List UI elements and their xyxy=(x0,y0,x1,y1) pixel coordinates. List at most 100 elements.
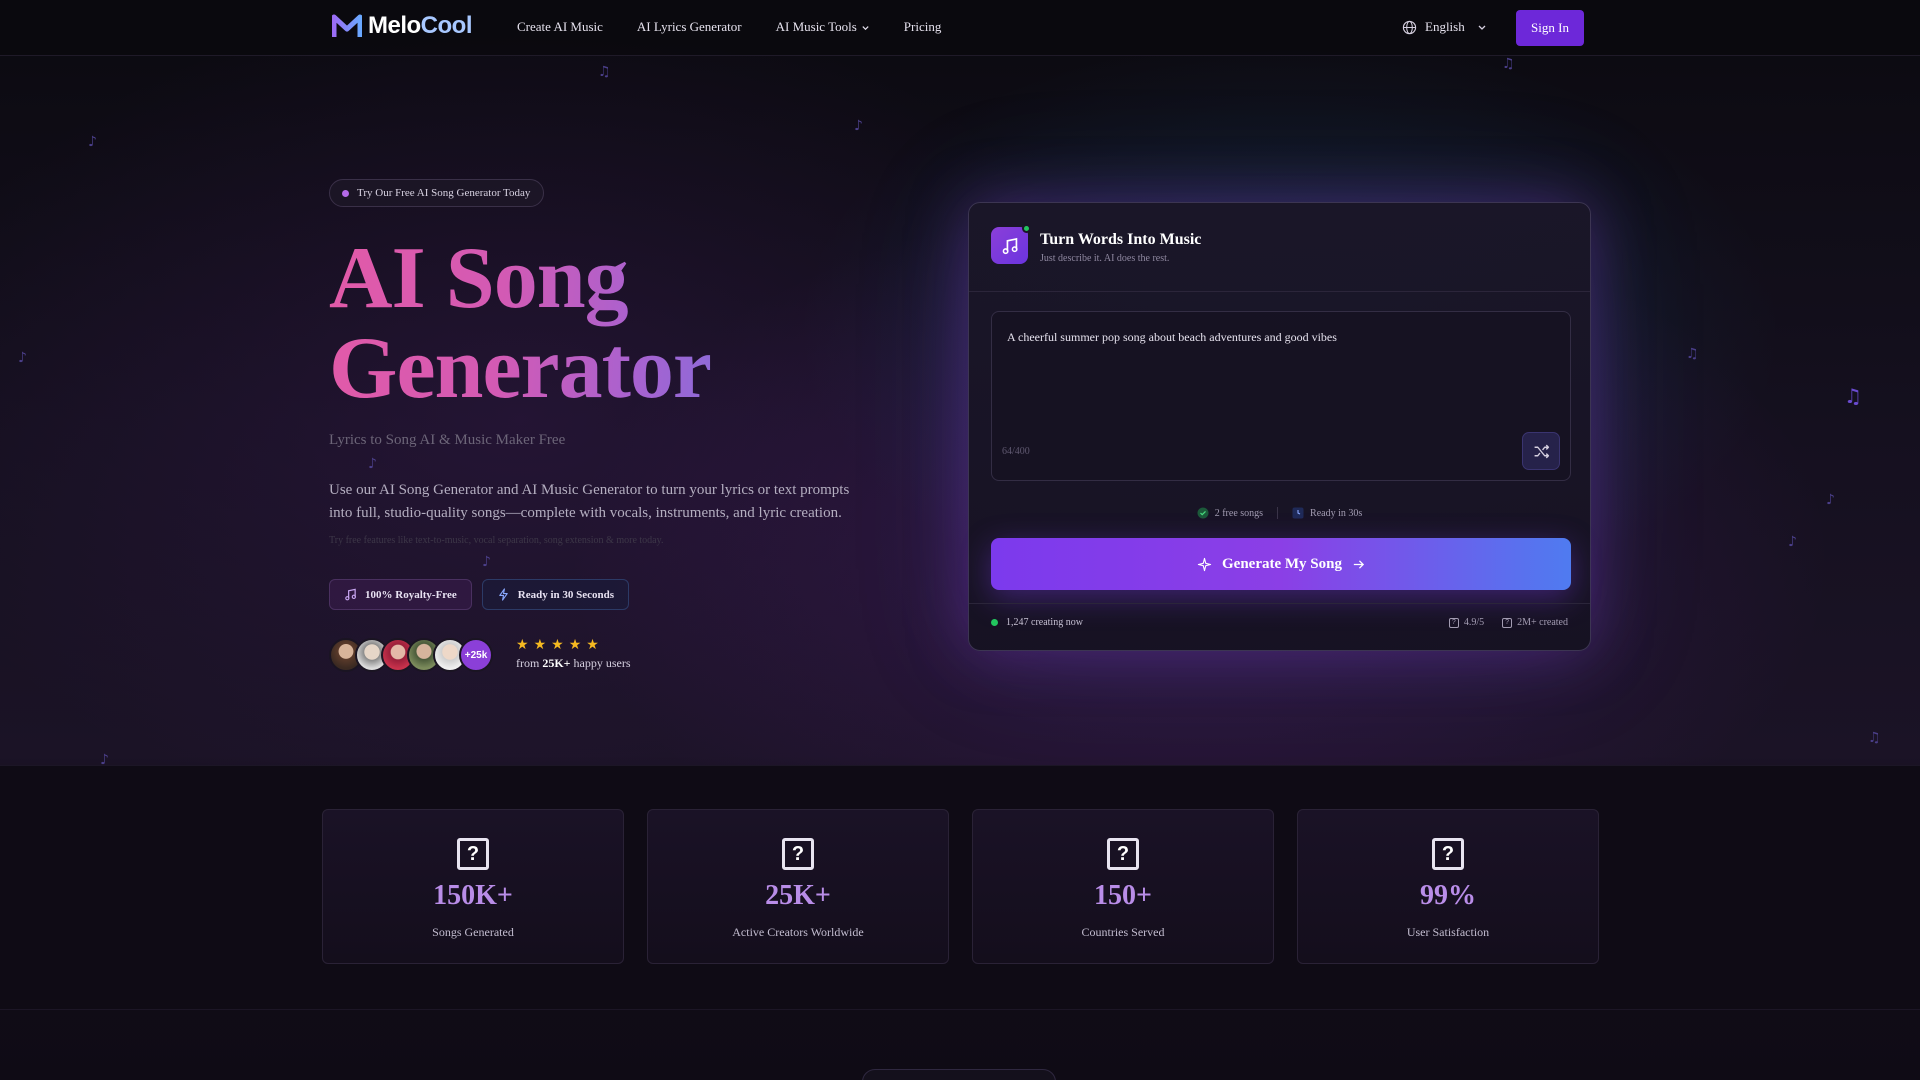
arrow-right-icon xyxy=(1353,559,1365,569)
rating-stars: ★ ★ ★ ★ ★ xyxy=(516,637,599,654)
rating-info: ? 4.9/5 xyxy=(1448,617,1485,628)
song-generator-card: Turn Words Into Music Just describe it. … xyxy=(968,202,1591,651)
music-note-icon: ♪ xyxy=(482,554,491,570)
ready-label: Ready in 30s xyxy=(1310,507,1363,519)
music-icon: ? xyxy=(1502,617,1513,628)
sign-in-button[interactable]: Sign In xyxy=(1516,10,1584,46)
music-note-icon: ♪ xyxy=(1826,492,1835,508)
stat-icon: ? xyxy=(1107,838,1139,870)
nav-ai-lyrics-generator[interactable]: AI Lyrics Generator xyxy=(637,19,742,35)
royalty-free-label: 100% Royalty-Free xyxy=(365,588,457,601)
happy-users-text: from 25K+ happy users xyxy=(516,656,631,670)
royalty-free-badge: 100% Royalty-Free xyxy=(329,579,472,610)
stat-card: ? 99% User Satisfaction xyxy=(1297,809,1599,964)
star-icon: ★ xyxy=(551,638,564,653)
logo[interactable]: MeloCool xyxy=(331,12,473,40)
star-icon: ★ xyxy=(586,638,599,653)
stat-label: User Satisfaction xyxy=(1406,925,1490,939)
nav-links: Create AI Music AI Lyrics Generator AI M… xyxy=(517,19,941,35)
music-note-icon: ♫ xyxy=(1502,56,1515,72)
language-label: English xyxy=(1425,19,1465,34)
prompt-textarea[interactable]: A cheerful summer pop song about beach a… xyxy=(991,311,1571,481)
free-songs-info: 2 free songs xyxy=(1197,507,1263,519)
card-title: Turn Words Into Music xyxy=(1040,231,1202,248)
music-note-icon: ♫ xyxy=(598,64,611,80)
stat-card: ? 25K+ Active Creators Worldwide xyxy=(647,809,949,964)
stat-value: 99% xyxy=(1420,880,1476,911)
stat-icon: ? xyxy=(782,838,814,870)
music-note-icon: ♪ xyxy=(18,350,27,366)
divider xyxy=(969,291,1590,292)
avatar-more-count: +25k xyxy=(459,638,493,672)
star-icon: ★ xyxy=(533,638,547,653)
brand-name: MeloCool xyxy=(368,12,473,39)
music-note-icon: ♪ xyxy=(1788,534,1797,550)
nav-ai-music-tools-label: AI Music Tools xyxy=(775,19,857,34)
stat-value: 25K+ xyxy=(765,880,831,911)
music-note-icon: ♪ xyxy=(368,456,377,472)
stat-icon: ? xyxy=(1432,838,1464,870)
live-creators: 1,247 creating now xyxy=(991,617,1083,628)
nav-create-ai-music[interactable]: Create AI Music xyxy=(517,19,603,35)
card-subtitle: Just describe it. AI does the rest. xyxy=(1040,253,1170,264)
stat-value: 150+ xyxy=(1094,880,1152,911)
top-nav: MeloCool Create AI Music AI Lyrics Gener… xyxy=(0,0,1920,56)
star-icon: ★ xyxy=(568,638,582,653)
promo-pill-text: Try Our Free AI Song Generator Today xyxy=(357,187,531,199)
globe-icon xyxy=(1402,20,1417,34)
live-label: 1,247 creating now xyxy=(1006,617,1083,628)
music-note-icon: ♪ xyxy=(88,134,97,150)
nav-ai-music-tools[interactable]: AI Music Tools xyxy=(776,19,870,35)
shuffle-button[interactable] xyxy=(1522,432,1560,470)
check-circle-icon xyxy=(1197,507,1209,519)
hero-tiny-note: Try free features like text-to-music, vo… xyxy=(329,535,664,546)
stat-icon: ? xyxy=(457,838,489,870)
ready-badge: Ready in 30 Seconds xyxy=(481,579,630,610)
free-songs-label: 2 free songs xyxy=(1214,507,1264,519)
music-note-icon xyxy=(991,224,1031,264)
stat-value: 150K+ xyxy=(433,880,513,911)
lightning-icon xyxy=(498,588,508,601)
created-label: 2M+ created xyxy=(1517,617,1568,628)
stat-label: Active Creators Worldwide xyxy=(732,925,864,939)
divider xyxy=(969,603,1590,604)
logo-icon xyxy=(331,13,363,39)
user-avatars: +25k xyxy=(329,638,493,672)
music-note-icon: ♫ xyxy=(1844,384,1862,408)
hero-title-line2: Generator xyxy=(329,320,711,417)
live-indicator xyxy=(991,619,998,626)
rating-label: 4.9/5 xyxy=(1463,617,1485,628)
card-footer-stats: ? 4.9/5 ? 2M+ created xyxy=(1448,617,1568,628)
featured-section-pill xyxy=(862,1069,1056,1080)
music-note-icon: ♫ xyxy=(1868,730,1881,746)
stats-section xyxy=(0,765,1920,1010)
generate-song-label: Generate My Song xyxy=(1222,555,1342,572)
card-meta: 2 free songs Ready in 30s xyxy=(969,507,1590,519)
promo-pill: Try Our Free AI Song Generator Today xyxy=(329,179,545,207)
language-selector[interactable]: English xyxy=(1402,19,1487,35)
ready-badge-label: Ready in 30 Seconds xyxy=(517,588,615,601)
stat-card: ? 150K+ Songs Generated xyxy=(322,809,624,964)
hero-badges: 100% Royalty-Free Ready in 30 Seconds xyxy=(329,579,630,610)
page: ♫ ♪ ♪ ♫ ♪ ♪ ♪ ♫ ♫ ♪ ♪ ♫ ♪ MeloCool Creat… xyxy=(0,0,1920,1080)
divider xyxy=(1277,507,1279,519)
card-header: Turn Words Into Music Just describe it. … xyxy=(991,224,1202,264)
chevron-down-icon xyxy=(1478,25,1486,30)
shuffle-icon xyxy=(1534,444,1549,458)
star-icon: ★ xyxy=(516,638,529,653)
music-note-icon: ♫ xyxy=(1686,346,1699,362)
chevron-down-icon xyxy=(862,25,869,30)
hero-title-line1: AI Song xyxy=(329,230,628,327)
music-note-icon: ♪ xyxy=(854,118,863,134)
hero-description: Use our AI Song Generator and AI Music G… xyxy=(329,482,850,521)
clock-icon xyxy=(1292,507,1304,519)
generate-song-button[interactable]: Generate My Song xyxy=(991,538,1571,590)
hero-title: AI Song Generator xyxy=(329,234,711,414)
sparkles-icon xyxy=(1197,557,1212,571)
created-info: ? 2M+ created xyxy=(1502,617,1568,628)
music-note-icon xyxy=(345,588,356,601)
prompt-value: A cheerful summer pop song about beach a… xyxy=(1007,330,1337,344)
online-indicator xyxy=(1022,224,1031,233)
nav-pricing[interactable]: Pricing xyxy=(904,19,942,35)
ready-info: Ready in 30s xyxy=(1292,507,1362,519)
